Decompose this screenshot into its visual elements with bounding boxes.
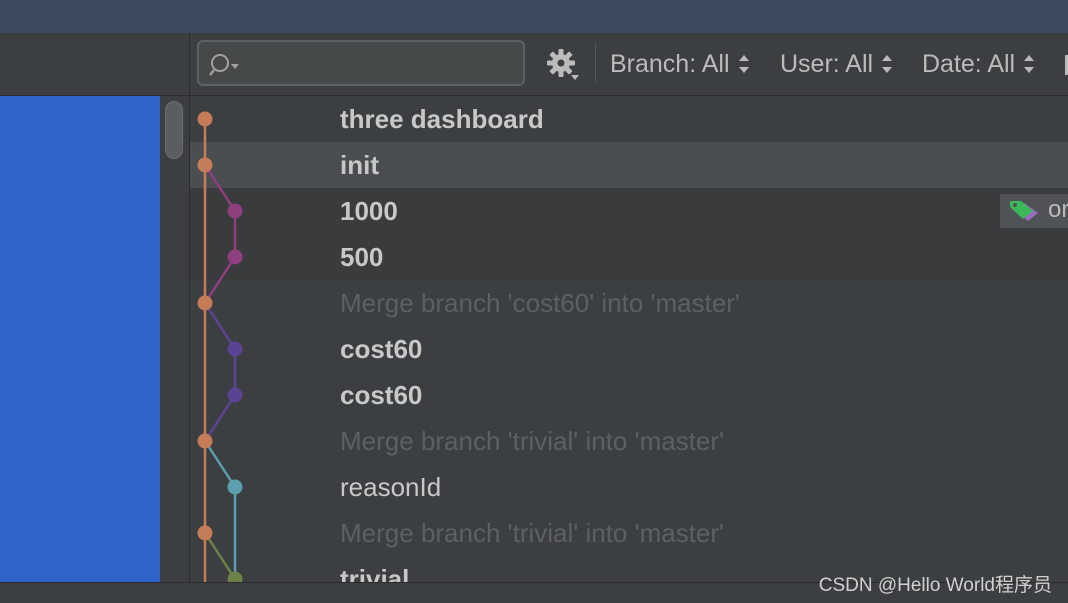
search-field[interactable] [197, 40, 525, 86]
user-filter-label: User: All [780, 49, 874, 78]
updown-arrows-icon [881, 54, 893, 74]
selected-branch-row[interactable] [0, 96, 160, 582]
commit-message: three dashboard [340, 104, 544, 134]
commit-row[interactable]: Merge branch 'trivial' into 'master' [190, 510, 1068, 556]
commit-message: cost60 [340, 380, 423, 410]
search-icon[interactable] [209, 52, 245, 78]
commit-row[interactable]: Merge branch 'trivial' into 'master' [190, 418, 1068, 464]
commit-message: Merge branch 'trivial' into 'master' [340, 426, 724, 456]
branches-toolbar [0, 33, 189, 96]
branches-scrollbar-thumb[interactable] [165, 101, 183, 159]
watermark: CSDN @Hello World程序员 [818, 575, 1052, 596]
commit-message: init [340, 150, 379, 180]
commit-message: 1000 [340, 196, 398, 226]
user-filter[interactable]: User: All [780, 49, 893, 79]
date-filter[interactable]: Date: All [922, 49, 1035, 79]
date-filter-label: Date: All [922, 49, 1016, 78]
commit-message: Merge branch 'cost60' into 'master' [340, 288, 740, 318]
commit-row[interactable]: cost60 [190, 326, 1068, 372]
branch-filter-label: Branch: All [610, 49, 730, 78]
branches-panel [0, 33, 190, 582]
log-toolbar: Branch: All User: All Date: All [190, 33, 1068, 96]
tag-label[interactable]: or [1000, 194, 1068, 228]
title-bar [0, 0, 1068, 33]
commit-message: reasonId [340, 472, 442, 502]
tag-text: or [1048, 196, 1068, 223]
commit-row[interactable]: three dashboard [190, 96, 1068, 142]
commit-row[interactable]: 500 [190, 234, 1068, 280]
commit-message: Merge branch 'trivial' into 'master' [340, 518, 724, 548]
branch-filter[interactable]: Branch: All [610, 49, 750, 79]
commit-message: 500 [340, 242, 384, 272]
commit-row[interactable]: init [190, 142, 1068, 188]
commit-message: cost60 [340, 334, 423, 364]
branches-scroll-track [160, 96, 189, 582]
updown-arrows-icon [738, 54, 750, 74]
tag-icon [1010, 201, 1038, 221]
gear-icon[interactable] [545, 47, 581, 83]
updown-arrows-icon [1023, 54, 1035, 74]
toolbar-separator [595, 43, 596, 83]
commit-message: trivial [340, 564, 410, 582]
search-input[interactable] [247, 50, 511, 78]
commit-log: three dashboard init 1000 500 Merge branch '… [190, 96, 1068, 582]
commit-row[interactable]: reasonId [190, 464, 1068, 510]
commit-row[interactable]: cost60 [190, 372, 1068, 418]
commit-row[interactable]: 1000 [190, 188, 1068, 234]
commit-row[interactable]: Merge branch 'cost60' into 'master' [190, 280, 1068, 326]
